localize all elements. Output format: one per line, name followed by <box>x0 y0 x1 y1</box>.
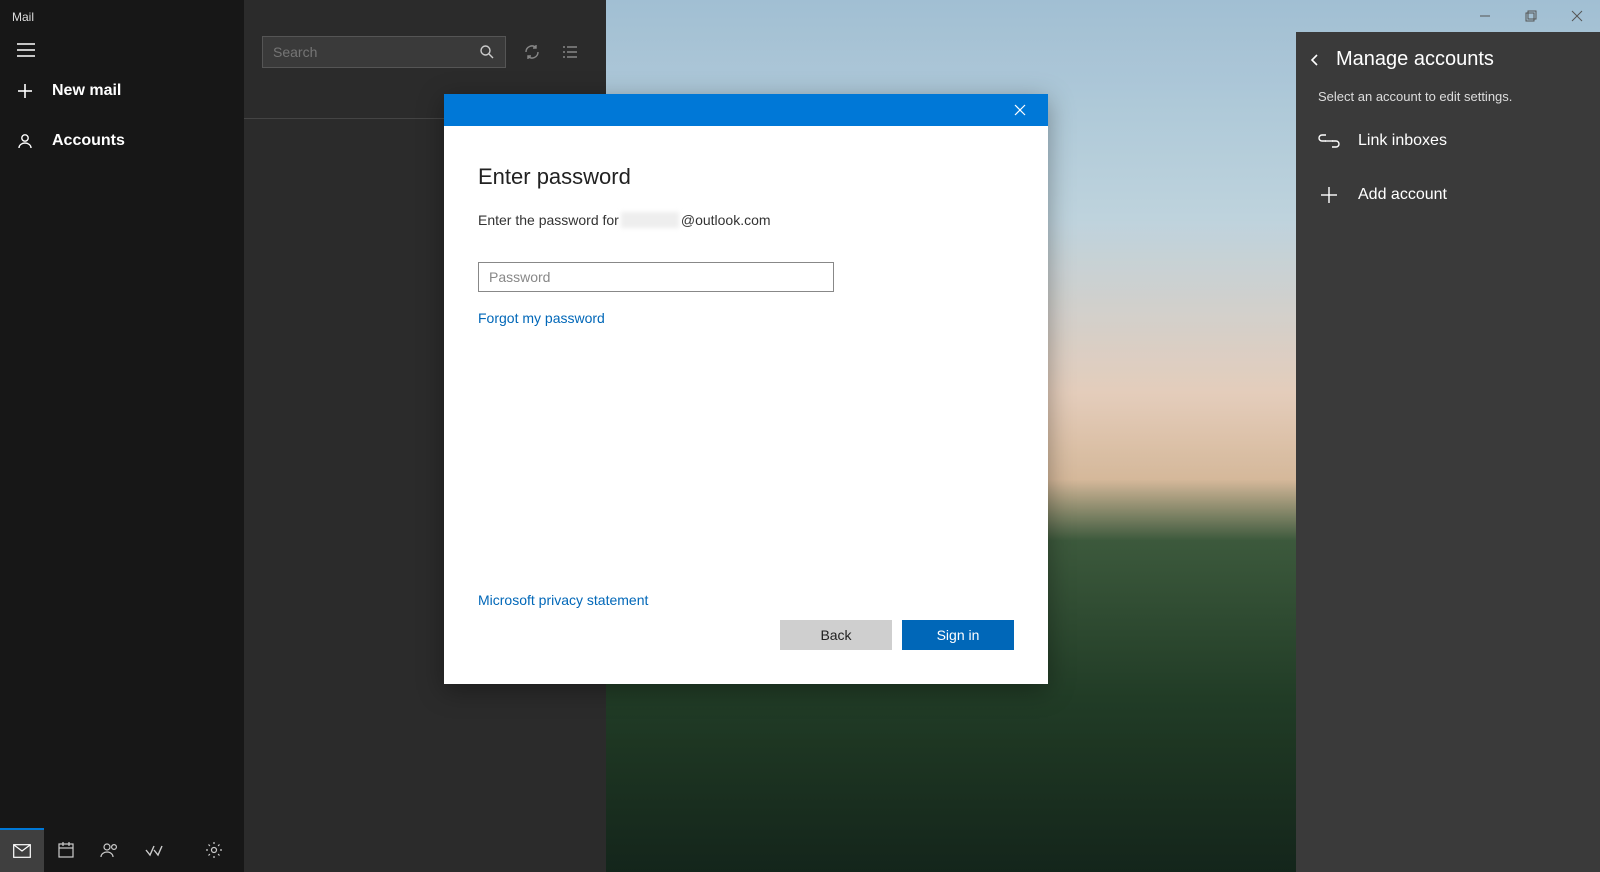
new-mail-label: New mail <box>52 82 121 100</box>
dialog-close-icon[interactable] <box>1000 94 1040 126</box>
window-restore-icon[interactable] <box>1508 0 1554 32</box>
bottom-calendar-icon[interactable] <box>44 828 88 872</box>
forgot-password-link[interactable]: Forgot my password <box>478 310 605 326</box>
dialog-prompt-suffix: @outlook.com <box>681 212 771 228</box>
back-button[interactable]: Back <box>780 620 892 650</box>
dialog-prompt: Enter the password for @outlook.com <box>478 212 1014 228</box>
dialog-prompt-prefix: Enter the password for <box>478 212 619 228</box>
password-dialog: Enter password Enter the password for @o… <box>444 94 1048 684</box>
bottom-settings-icon[interactable] <box>192 828 236 872</box>
manage-accounts-title: Manage accounts <box>1336 48 1494 71</box>
link-icon <box>1318 130 1340 152</box>
search-input[interactable] <box>273 44 453 60</box>
bottom-bar <box>0 828 244 872</box>
select-mode-icon[interactable] <box>558 40 582 64</box>
dialog-titlebar <box>444 94 1048 126</box>
link-inboxes-label: Link inboxes <box>1358 132 1447 150</box>
add-account-label: Add account <box>1358 186 1447 204</box>
sync-icon[interactable] <box>520 40 544 64</box>
bottom-mail-icon[interactable] <box>0 828 44 872</box>
back-arrow-icon[interactable] <box>1308 53 1322 67</box>
privacy-statement-link[interactable]: Microsoft privacy statement <box>478 592 648 608</box>
bottom-people-icon[interactable] <box>88 828 132 872</box>
bottom-todo-icon[interactable] <box>132 828 176 872</box>
link-inboxes-item[interactable]: Link inboxes <box>1296 114 1600 168</box>
search-box[interactable] <box>262 36 506 68</box>
plus-icon <box>14 80 36 102</box>
plus-icon <box>1318 184 1340 206</box>
add-account-item[interactable]: Add account <box>1296 168 1600 222</box>
redacted-username <box>621 212 679 228</box>
window-close-icon[interactable] <box>1554 0 1600 32</box>
app-title: Mail <box>0 0 244 24</box>
accounts-label: Accounts <box>52 132 125 150</box>
new-mail-button[interactable]: New mail <box>0 66 244 116</box>
signin-button[interactable]: Sign in <box>902 620 1014 650</box>
accounts-button[interactable]: Accounts <box>0 116 244 166</box>
person-icon <box>14 130 36 152</box>
dialog-heading: Enter password <box>478 164 1014 190</box>
window-minimize-icon[interactable] <box>1462 0 1508 32</box>
window-controls <box>1462 0 1600 32</box>
password-input[interactable] <box>478 262 834 292</box>
search-icon <box>479 44 495 60</box>
sidebar: Mail New mail Accounts <box>0 0 244 872</box>
manage-accounts-subtitle: Select an account to edit settings. <box>1296 75 1600 114</box>
manage-accounts-panel: Manage accounts Select an account to edi… <box>1296 32 1600 872</box>
hamburger-icon[interactable] <box>14 38 38 62</box>
